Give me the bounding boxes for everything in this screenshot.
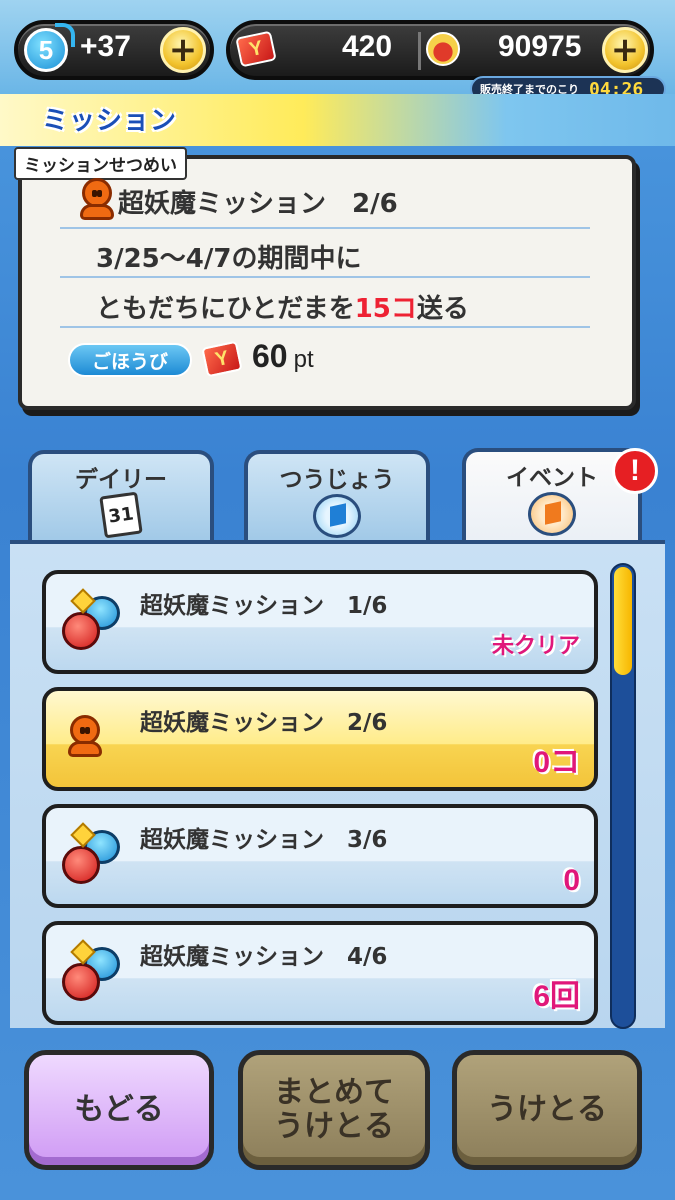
monster-icon: [60, 822, 126, 888]
calendar-icon: 31: [99, 491, 143, 539]
mission-name: 超妖魔ミッション 4/6: [140, 944, 388, 970]
orange-flag-icon: [528, 492, 576, 536]
mission-name: 超妖魔ミッション 2/6: [140, 710, 388, 736]
description-line-2: ともだちにひとだまを15コ送る: [96, 288, 469, 325]
tab-daily[interactable]: デイリー 31: [28, 450, 214, 550]
person-icon: [80, 178, 114, 220]
divider-line: [60, 227, 590, 229]
monster-icon: [60, 588, 126, 654]
mission-status: 6回: [533, 980, 580, 1013]
points-value: 420: [342, 30, 393, 63]
mission-name: 超妖魔ミッション 1/6: [140, 593, 388, 619]
scrollbar[interactable]: [610, 563, 636, 1029]
mission-status: 未クリア: [491, 633, 580, 658]
scrollbar-thumb[interactable]: [614, 567, 632, 675]
add-money-button[interactable]: +: [602, 27, 648, 73]
reward-number: 60: [252, 338, 288, 374]
back-button[interactable]: もどる: [24, 1050, 214, 1170]
mission-status: 0コ: [533, 746, 580, 779]
mission-header-bar: ミッション: [0, 94, 675, 146]
line2-highlight: 15コ: [354, 294, 417, 324]
page-title: ミッション: [42, 106, 178, 136]
money-bag-icon: [426, 32, 460, 66]
description-label: ミッションせつめい: [14, 147, 187, 180]
mission-item-4[interactable]: 超妖魔ミッション 4/6 6回: [42, 921, 598, 1025]
monster-icon: [60, 939, 126, 1005]
mission-name: 超妖魔ミッション 3/6: [140, 827, 388, 853]
blue-flag-icon: [313, 494, 361, 538]
mission-item-3[interactable]: 超妖魔ミッション 3/6 0: [42, 804, 598, 908]
alert-icon: !: [612, 448, 658, 494]
stamina-bonus: +37: [80, 30, 131, 63]
stamina-pill: 5 +37 +: [14, 20, 214, 80]
reward-label-badge: ごほうび: [68, 343, 192, 377]
tab-daily-label: デイリー: [75, 467, 167, 493]
mission-item-2[interactable]: 超妖魔ミッション 2/6 0コ: [42, 687, 598, 791]
currency-divider: [418, 32, 421, 70]
currency-pill: Y 420 90975 +: [226, 20, 654, 80]
divider-line: [60, 276, 590, 278]
description-line-1: 3/25〜4/7の期間中に: [96, 244, 362, 274]
person-icon: [68, 715, 102, 757]
mission-item-1[interactable]: 超妖魔ミッション 1/6 未クリア: [42, 570, 598, 674]
line2-prefix: ともだちにひとだまを: [96, 294, 355, 324]
line2-suffix: 送る: [416, 294, 469, 324]
level-badge: 5: [24, 23, 75, 72]
mission-status: 0: [563, 864, 580, 897]
tab-normal-label: つうじょう: [279, 467, 395, 493]
receive-button[interactable]: うけとる: [452, 1050, 642, 1170]
top-status-bar: 5 +37 + Y 420 90975 + 販売終了までのこり 04:26: [0, 0, 675, 102]
money-value: 90975: [498, 30, 582, 63]
reward-value: 60 pt: [252, 338, 314, 375]
tab-normal[interactable]: つうじょう: [244, 450, 430, 550]
description-title: 超妖魔ミッション 2/6: [118, 189, 398, 219]
receive-all-button[interactable]: まとめて うけとる: [238, 1050, 430, 1170]
divider-line: [60, 326, 590, 328]
y-point-icon: Y: [235, 30, 277, 68]
add-stamina-button[interactable]: +: [160, 27, 206, 73]
reward-unit: pt: [293, 346, 314, 373]
